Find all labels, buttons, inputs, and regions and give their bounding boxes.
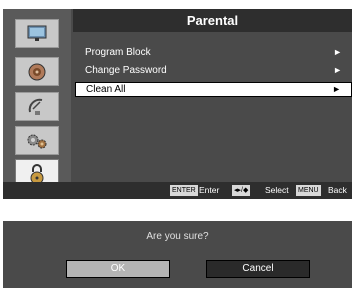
gears-icon: [27, 134, 47, 148]
arrow-right-icon: ►: [333, 47, 342, 57]
menu-item-change-password[interactable]: Change Password ►: [75, 63, 352, 78]
menu-item-program-block[interactable]: Program Block ►: [75, 45, 352, 60]
arrow-right-icon: ►: [333, 65, 342, 75]
nav-key-chip: ◂▸/◆: [232, 185, 251, 196]
parental-menu: Parental Program Block ► Change Password…: [3, 9, 352, 199]
speaker-icon: [28, 63, 46, 80]
menu-item-clean-all[interactable]: Clean All ►: [75, 82, 352, 97]
menu-item-label: Clean All: [86, 84, 126, 95]
sidebar-tab-channel[interactable]: [15, 92, 59, 121]
menu-item-label: Program Block: [85, 47, 151, 58]
enter-hint: Enter: [199, 185, 220, 195]
display-icon: [27, 25, 47, 41]
sidebar-tab-picture[interactable]: [15, 19, 59, 48]
back-hint: Back: [328, 185, 347, 195]
menu-sidebar: [3, 9, 71, 195]
ok-button[interactable]: OK: [66, 260, 170, 278]
menu-item-label: Change Password: [85, 65, 167, 76]
arrow-right-icon: ►: [332, 84, 341, 94]
confirm-question: Are you sure?: [146, 231, 209, 242]
menu-footer: ENTER Enter ◂▸/◆ Select MENU Back: [3, 182, 352, 199]
satellite-dish-icon: [28, 98, 43, 115]
menu-title: Parental: [73, 9, 352, 32]
enter-key-chip: ENTER: [170, 185, 198, 196]
select-hint: Select: [265, 185, 289, 195]
sidebar-tab-sound[interactable]: [15, 57, 59, 86]
sidebar-tab-setup[interactable]: [15, 126, 59, 155]
cancel-button[interactable]: Cancel: [206, 260, 310, 278]
confirm-dialog: Are you sure? OK Cancel: [3, 221, 352, 288]
menu-key-chip: MENU: [296, 185, 321, 196]
